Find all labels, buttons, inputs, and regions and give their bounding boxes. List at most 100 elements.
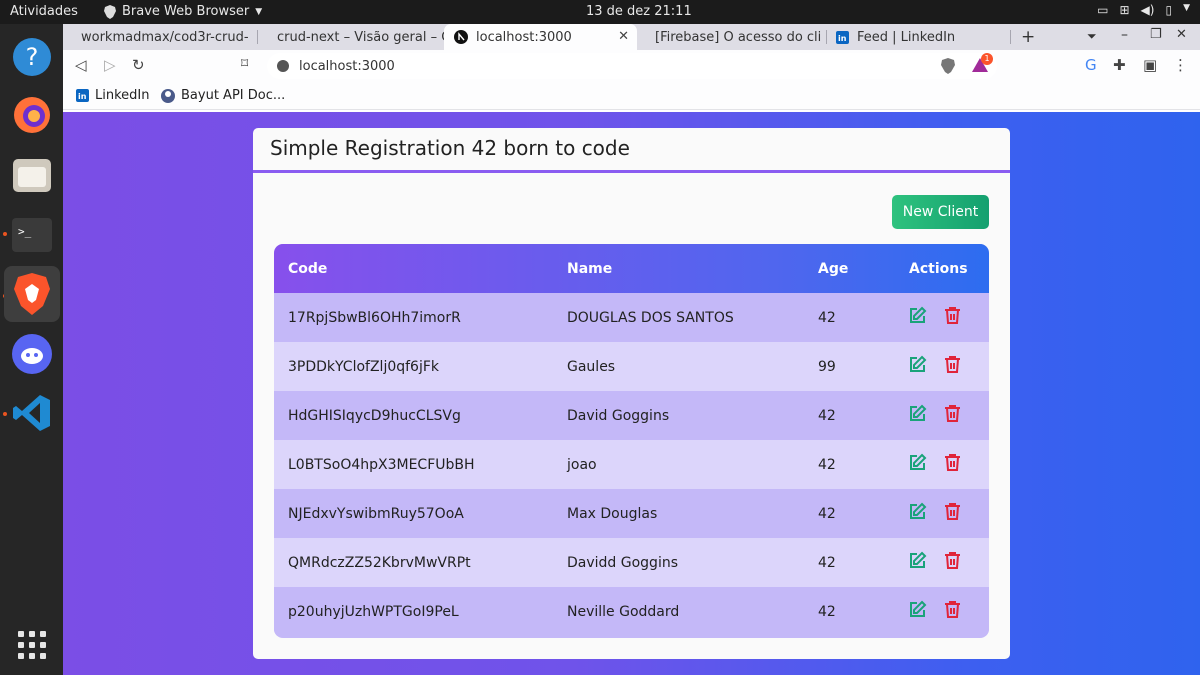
close-window-icon[interactable]: ✕ <box>1176 27 1187 42</box>
edit-icon[interactable] <box>906 304 928 326</box>
cell-name: Davidd Goggins <box>567 555 679 571</box>
tab-strip: workmadmax/cod3r-crud- crud-next – Visão… <box>63 24 1200 50</box>
files-icon[interactable] <box>11 154 53 196</box>
activities-button[interactable]: Atividades <box>10 4 78 19</box>
terminal-icon[interactable]: >_ <box>11 214 53 256</box>
running-indicator <box>3 232 7 236</box>
vscode-icon[interactable] <box>11 392 53 434</box>
extensions-icon[interactable]: ✚ <box>1113 56 1126 74</box>
app-menu[interactable]: Brave Web Browser ▼ <box>104 4 262 19</box>
delete-icon[interactable] <box>941 549 963 571</box>
tab-label: workmadmax/cod3r-crud- <box>81 29 249 45</box>
tab-github[interactable]: workmadmax/cod3r-crud- <box>63 24 253 50</box>
edit-icon[interactable] <box>906 598 928 620</box>
forward-icon[interactable]: ▷ <box>104 56 116 74</box>
bookmarks-bar: in LinkedIn Bayut API Doc... <box>63 82 1200 110</box>
bookmark-label: Bayut API Doc... <box>181 88 286 103</box>
edit-icon[interactable] <box>906 549 928 571</box>
cell-code: NJEdxvYswibmRuy57OoA <box>288 506 464 522</box>
brave-shields-icon[interactable] <box>941 58 955 74</box>
page-title: Simple Registration 42 born to code <box>270 136 630 160</box>
delete-icon[interactable] <box>941 598 963 620</box>
site-info-icon[interactable] <box>277 60 289 72</box>
linkedin-icon: in <box>836 30 849 44</box>
clients-table: Code Name Age Actions 17RpjSbwBl6OHh7imo… <box>274 244 989 638</box>
bookmark-bayut[interactable]: Bayut API Doc... <box>161 88 285 103</box>
tab-label: localhost:3000 <box>476 29 572 45</box>
cell-code: HdGHISIqycD9hucCLSVg <box>288 408 461 424</box>
table-header: Code Name Age Actions <box>274 244 989 293</box>
delete-icon[interactable] <box>941 353 963 375</box>
menu-icon[interactable]: ⋮ <box>1173 56 1188 74</box>
app-grid-icon[interactable] <box>11 624 53 666</box>
network-icon[interactable]: ⊞ <box>1119 3 1129 17</box>
chevron-down-icon[interactable]: ▼ <box>1183 3 1190 17</box>
minimize-icon[interactable]: – <box>1121 27 1128 43</box>
edit-icon[interactable] <box>906 451 928 473</box>
tab-separator <box>1010 30 1011 44</box>
firefox-icon[interactable] <box>11 94 53 136</box>
discord-icon[interactable] <box>11 333 53 375</box>
brave-dock-icon[interactable] <box>4 266 60 322</box>
new-client-button[interactable]: New Client <box>892 195 989 229</box>
url-text: localhost:3000 <box>299 58 395 74</box>
reload-icon[interactable]: ↻ <box>132 56 145 74</box>
brave-icon <box>104 4 116 19</box>
drive-icon[interactable]: ▭ <box>1097 3 1108 17</box>
address-bar[interactable]: localhost:3000 <box>267 53 997 79</box>
system-top-bar: Atividades Brave Web Browser ▼ 13 de dez… <box>0 0 1200 24</box>
delete-icon[interactable] <box>941 304 963 326</box>
edit-icon[interactable] <box>906 402 928 424</box>
cell-name: David Goggins <box>567 408 670 424</box>
delete-icon[interactable] <box>941 500 963 522</box>
cell-age: 42 <box>818 506 836 522</box>
tab-separator <box>257 30 258 44</box>
restore-icon[interactable]: ❐ <box>1150 27 1162 42</box>
bookmark-linkedin[interactable]: in LinkedIn <box>76 88 149 103</box>
delete-icon[interactable] <box>941 451 963 473</box>
cell-name: Max Douglas <box>567 506 658 522</box>
tab-label: crud-next – Visão geral – C <box>277 29 444 45</box>
column-header-code: Code <box>288 261 328 277</box>
cell-name: Neville Goddard <box>567 604 680 620</box>
delete-icon[interactable] <box>941 402 963 424</box>
help-app-icon[interactable]: ? <box>11 36 53 78</box>
cell-code: QMRdczZZ52KbrvMwVRPt <box>288 555 471 571</box>
browser-window: workmadmax/cod3r-crud- crud-next – Visão… <box>63 24 1200 675</box>
tab-firebase[interactable]: crud-next – Visão geral – C <box>259 24 444 50</box>
back-icon[interactable]: ◁ <box>75 56 87 74</box>
close-tab-icon[interactable]: ✕ <box>618 29 629 44</box>
table-row: L0BTSoO4hpX3MECFUbBH joao 42 <box>274 440 989 489</box>
column-header-name: Name <box>567 261 613 277</box>
cell-age: 42 <box>818 604 836 620</box>
browser-toolbar: ◁ ▷ ↻ ⌑ localhost:3000 1 G ✚ ▣ ⋮ <box>63 50 1200 82</box>
svg-text:in: in <box>838 34 847 43</box>
cell-name: Gaules <box>567 359 616 375</box>
table-row: NJEdxvYswibmRuy57OoA Max Douglas 42 <box>274 489 989 538</box>
tab-search-icon[interactable]: ⏷ <box>1087 29 1097 44</box>
running-indicator <box>3 412 7 416</box>
tab-linkedin[interactable]: in Feed | LinkedIn <box>826 24 1006 50</box>
new-tab-button[interactable]: + <box>1021 27 1035 47</box>
svg-text:?: ? <box>26 43 39 71</box>
page-background: Simple Registration 42 born to code New … <box>63 112 1200 675</box>
translate-icon[interactable]: G <box>1085 56 1097 74</box>
table-row: 17RpjSbwBl6OHh7imorR DOUGLAS DOS SANTOS … <box>274 293 989 342</box>
tab-gmail[interactable]: [Firebase] O acesso do clie <box>637 24 822 50</box>
volume-icon[interactable]: ◀) <box>1141 3 1155 17</box>
system-tray[interactable]: ▭ ⊞ ◀) ▯ ▼ <box>1097 3 1190 17</box>
brave-rewards-icon[interactable]: 1 <box>971 53 993 77</box>
bookmark-label: LinkedIn <box>95 88 150 103</box>
battery-icon[interactable]: ▯ <box>1165 3 1172 17</box>
cell-name: DOUGLAS DOS SANTOS <box>567 310 734 326</box>
clock[interactable]: 13 de dez 21:11 <box>586 4 692 19</box>
wallet-icon[interactable]: ▣ <box>1143 56 1157 74</box>
edit-icon[interactable] <box>906 500 928 522</box>
chevron-down-icon: ▼ <box>255 6 263 17</box>
table-row: 3PDDkYClofZlj0qf6jFk Gaules 99 <box>274 342 989 391</box>
edit-icon[interactable] <box>906 353 928 375</box>
title-divider <box>253 170 1010 173</box>
cell-code: p20uhyjUzhWPTGoI9PeL <box>288 604 459 620</box>
tab-localhost[interactable]: localhost:3000 ✕ <box>444 24 637 50</box>
bookmark-icon[interactable]: ⌑ <box>241 56 248 72</box>
